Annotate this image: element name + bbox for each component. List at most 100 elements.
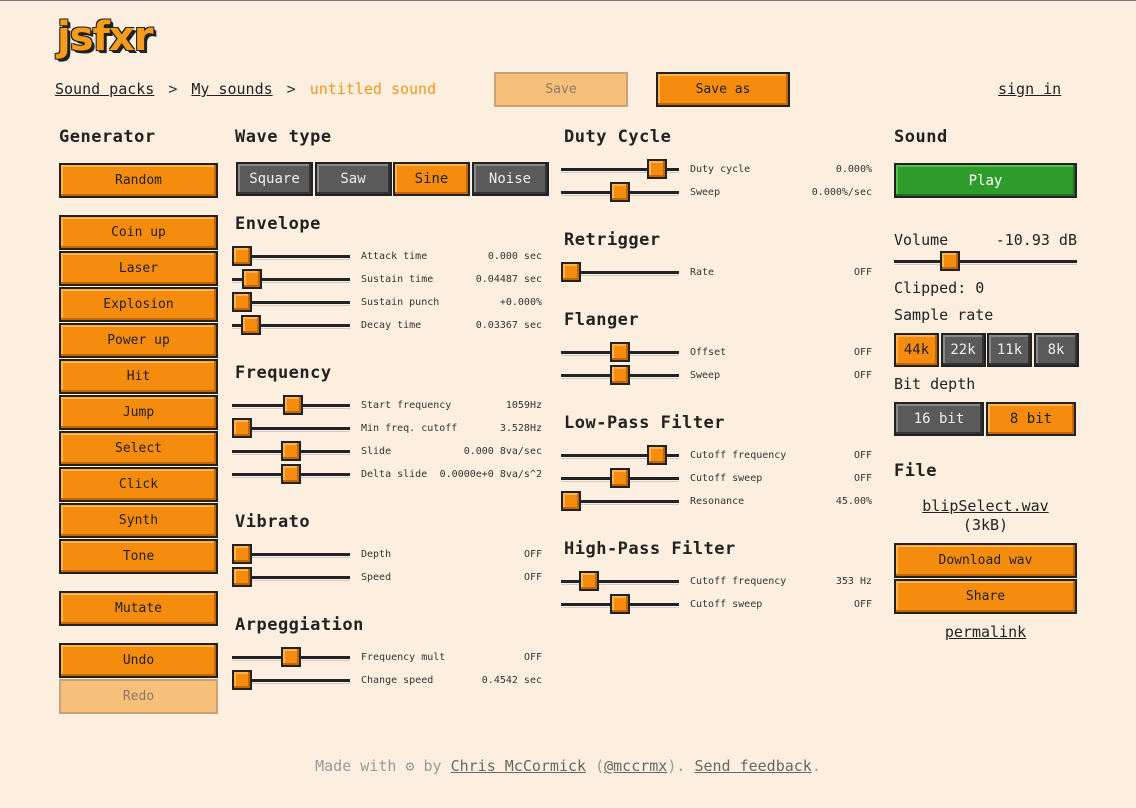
envelope-sustain-time-label: Sustain time	[361, 274, 434, 285]
frequency-start-frequency-slider-handle[interactable]	[282, 395, 303, 415]
arpeggiation-change-speed-slider[interactable]	[232, 670, 350, 692]
retrigger-rate-slider-handle[interactable]	[561, 262, 581, 282]
footer-period: .	[811, 757, 821, 775]
high-pass-cutoff-frequency-slider-handle[interactable]	[578, 571, 599, 591]
low-pass-cutoff-sweep-slider[interactable]	[561, 468, 679, 490]
preset-hit-button[interactable]: Hit	[59, 359, 218, 394]
envelope-sustain-punch-slider-handle[interactable]	[232, 292, 252, 312]
author-link[interactable]: Chris McCormick	[451, 757, 586, 775]
envelope-sustain-time-slider-handle[interactable]	[241, 269, 262, 289]
wave-saw-button[interactable]: Saw	[314, 162, 392, 196]
frequency-delta-slide-slider-handle[interactable]	[281, 464, 301, 484]
high-pass-cutoff-frequency-slider[interactable]	[561, 571, 679, 593]
sample-rate-44k-button[interactable]: 44k	[894, 333, 939, 367]
sample-rate-8k-button[interactable]: 8k	[1033, 333, 1079, 367]
high-pass-cutoff-frequency-value: 353 Hz	[835, 576, 872, 587]
share-button[interactable]: Share	[894, 579, 1077, 614]
wave-square-button[interactable]: Square	[236, 162, 313, 196]
low-pass-resonance-slider[interactable]	[561, 491, 679, 513]
preset-click-button[interactable]: Click	[59, 467, 218, 502]
flanger-offset-slider-handle[interactable]	[610, 342, 630, 362]
retrigger-rate-value: OFF	[853, 267, 872, 278]
low-pass-cutoff-sweep-slider-handle[interactable]	[610, 468, 630, 488]
flanger-sweep-slider-handle[interactable]	[610, 365, 630, 385]
preset-tone-button[interactable]: Tone	[59, 539, 218, 574]
bit-depth-16-bit-button[interactable]: 16 bit	[894, 402, 984, 436]
wave-noise-button[interactable]: Noise	[471, 162, 549, 196]
vibrato-speed-slider-handle[interactable]	[232, 567, 252, 587]
preset-synth-button[interactable]: Synth	[59, 503, 218, 538]
app-logo[interactable]: jsfxr	[57, 14, 153, 60]
download-wav-button[interactable]: Download wav	[894, 543, 1077, 578]
volume-slider[interactable]	[894, 251, 1077, 273]
sample-rate-11k-button[interactable]: 11k	[987, 333, 1032, 367]
flanger-offset-slider[interactable]	[561, 342, 679, 364]
retrigger-rate-slider[interactable]	[561, 262, 679, 284]
arpeggiation-change-speed-value: 0.4542 sec	[481, 675, 542, 686]
redo-button[interactable]: Redo	[59, 679, 218, 714]
envelope-sustain-punch-slider[interactable]	[232, 292, 350, 314]
low-pass-resonance-slider-handle[interactable]	[561, 491, 581, 511]
generator-heading: Generator	[59, 127, 156, 147]
envelope-attack-time-slider[interactable]	[232, 246, 350, 268]
envelope-decay-time-slider[interactable]	[232, 315, 350, 337]
volume-slider-handle[interactable]	[939, 251, 960, 271]
arpeggiation-frequency-mult-slider-handle[interactable]	[281, 647, 301, 667]
vibrato-depth-slider-handle[interactable]	[232, 544, 252, 564]
preset-power-up-button[interactable]: Power up	[59, 323, 218, 358]
preset-coin-up-button[interactable]: Coin up	[59, 215, 218, 250]
handle-link[interactable]: @mccrmx	[604, 757, 667, 775]
frequency-delta-slide-slider[interactable]	[232, 464, 350, 486]
frequency-slide-slider[interactable]	[232, 441, 350, 463]
low-pass-cutoff-frequency-slider-handle[interactable]	[647, 445, 668, 465]
envelope-decay-time-slider-handle[interactable]	[240, 315, 261, 335]
preset-jump-button[interactable]: Jump	[59, 395, 218, 430]
frequency-slide-slider-handle[interactable]	[281, 441, 301, 461]
preset-explosion-button[interactable]: Explosion	[59, 287, 218, 322]
breadcrumb-my-sounds[interactable]: My sounds	[191, 80, 272, 98]
envelope-sustain-punch-value: +0.000%	[499, 297, 542, 308]
frequency-heading: Frequency	[235, 363, 332, 383]
arpeggiation-frequency-mult-slider[interactable]	[232, 647, 350, 669]
high-pass-cutoff-sweep-slider[interactable]	[561, 594, 679, 616]
send-feedback-link[interactable]: Send feedback	[694, 757, 811, 775]
play-button[interactable]: Play	[894, 163, 1077, 198]
wave-sine-button[interactable]: Sine	[393, 162, 470, 196]
wave-type-heading: Wave type	[235, 127, 332, 147]
envelope-sustain-time-slider[interactable]	[232, 269, 350, 291]
sample-rate-22k-button[interactable]: 22k	[940, 333, 986, 367]
bit-depth-8-bit-button[interactable]: 8 bit	[986, 402, 1076, 436]
frequency-min-freq-cutoff-slider-handle[interactable]	[232, 418, 252, 438]
random-button[interactable]: Random	[59, 163, 218, 198]
frequency-min-freq-cutoff-value: 3.528Hz	[499, 423, 542, 434]
vibrato-speed-slider[interactable]	[232, 567, 350, 589]
frequency-slide-value: 0.000 8va/sec	[463, 446, 542, 457]
save-button[interactable]: Save	[494, 72, 628, 107]
file-name-link[interactable]: blipSelect.wav	[894, 497, 1077, 515]
frequency-delta-slide-value: 0.0000e+0 8va/s^2	[439, 469, 542, 480]
breadcrumb-sound-packs[interactable]: Sound packs	[55, 80, 154, 98]
save-as-button[interactable]: Save as	[656, 72, 790, 107]
high-pass-cutoff-sweep-slider-handle[interactable]	[610, 594, 630, 614]
frequency-min-freq-cutoff-slider[interactable]	[232, 418, 350, 440]
duty-cycle-duty-cycle-slider[interactable]	[561, 159, 679, 181]
arpeggiation-change-speed-slider-handle[interactable]	[232, 670, 252, 690]
envelope-heading: Envelope	[235, 214, 321, 234]
permalink-link[interactable]: permalink	[894, 623, 1077, 641]
low-pass-cutoff-frequency-slider[interactable]	[561, 445, 679, 467]
vibrato-depth-value: OFF	[523, 549, 542, 560]
flanger-sweep-slider[interactable]	[561, 365, 679, 387]
duty-cycle-duty-cycle-slider-handle[interactable]	[647, 159, 668, 179]
low-pass-cutoff-sweep-label: Cutoff sweep	[690, 473, 763, 484]
envelope-attack-time-slider-handle[interactable]	[232, 246, 252, 266]
frequency-start-frequency-slider[interactable]	[232, 395, 350, 417]
vibrato-depth-slider[interactable]	[232, 544, 350, 566]
preset-laser-button[interactable]: Laser	[59, 251, 218, 286]
mutate-button[interactable]: Mutate	[59, 591, 218, 626]
duty-cycle-sweep-slider-handle[interactable]	[610, 182, 630, 202]
duty-cycle-sweep-slider[interactable]	[561, 182, 679, 204]
sign-in-link[interactable]: sign in	[998, 80, 1061, 98]
undo-button[interactable]: Undo	[59, 643, 218, 678]
bit-depth-label: Bit depth	[894, 375, 976, 393]
preset-select-button[interactable]: Select	[59, 431, 218, 466]
